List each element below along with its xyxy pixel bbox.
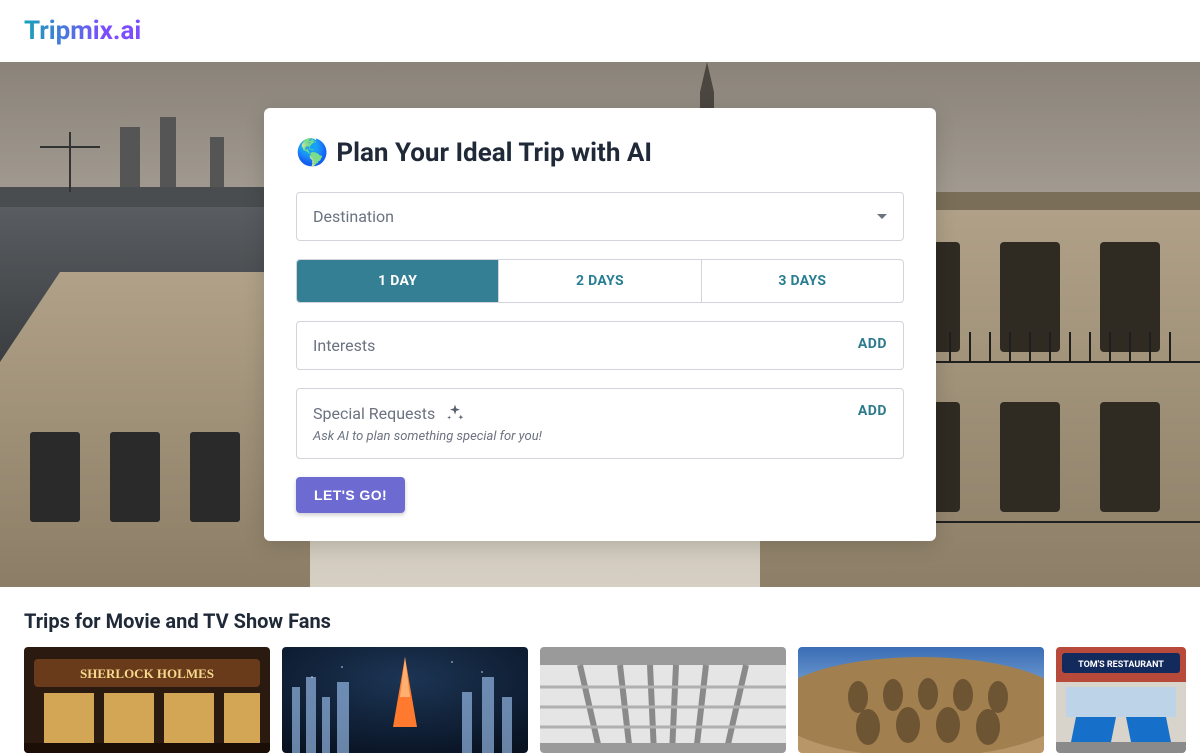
trip-card-nyc-diner[interactable]: TOM'S RESTAURANT xyxy=(1056,647,1186,753)
tab-3-days[interactable]: 3 DAYS xyxy=(702,260,903,302)
special-requests-label: Special Requests xyxy=(313,404,435,423)
header: Tripmix.ai xyxy=(0,0,1200,62)
card-title: 🌎 Plan Your Ideal Trip with AI xyxy=(296,138,904,168)
brand-logo[interactable]: Tripmix.ai xyxy=(24,16,141,46)
plan-trip-card: 🌎 Plan Your Ideal Trip with AI Destinati… xyxy=(264,108,936,541)
trips-section: Trips for Movie and TV Show Fans SHERLOC… xyxy=(0,587,1200,753)
destination-select[interactable]: Destination xyxy=(296,192,904,241)
lets-go-button[interactable]: LET'S GO! xyxy=(296,477,405,513)
interests-label: Interests xyxy=(313,336,375,355)
card-title-text: Plan Your Ideal Trip with AI xyxy=(336,138,652,168)
trips-grid: SHERLOCK HOLMES xyxy=(24,647,1176,753)
special-requests-add-button[interactable]: ADD xyxy=(858,403,887,419)
chevron-down-icon xyxy=(877,214,887,219)
destination-placeholder: Destination xyxy=(313,207,394,226)
tab-2-days[interactable]: 2 DAYS xyxy=(499,260,701,302)
trip-card-paris-bridge[interactable] xyxy=(540,647,786,753)
interests-add-button[interactable]: ADD xyxy=(858,336,887,352)
trip-card-rome[interactable] xyxy=(798,647,1044,753)
trip-card-sherlock[interactable]: SHERLOCK HOLMES xyxy=(24,647,270,753)
duration-tabs: 1 DAY 2 DAYS 3 DAYS xyxy=(296,259,904,303)
hero: 🌎 Plan Your Ideal Trip with AI Destinati… xyxy=(0,62,1200,587)
sparkles-icon xyxy=(445,403,465,423)
trip-card-tokyo[interactable] xyxy=(282,647,528,753)
interests-field[interactable]: Interests ADD xyxy=(296,321,904,370)
svg-text:SHERLOCK HOLMES: SHERLOCK HOLMES xyxy=(80,666,214,681)
special-requests-subtext: Ask AI to plan something special for you… xyxy=(313,429,542,444)
section-title: Trips for Movie and TV Show Fans xyxy=(24,609,1176,633)
globe-icon: 🌎 xyxy=(296,138,328,168)
tab-1-day[interactable]: 1 DAY xyxy=(297,260,499,302)
svg-text:TOM'S RESTAURANT: TOM'S RESTAURANT xyxy=(1078,660,1164,670)
special-requests-field[interactable]: Special Requests Ask AI to plan somethin… xyxy=(296,388,904,459)
